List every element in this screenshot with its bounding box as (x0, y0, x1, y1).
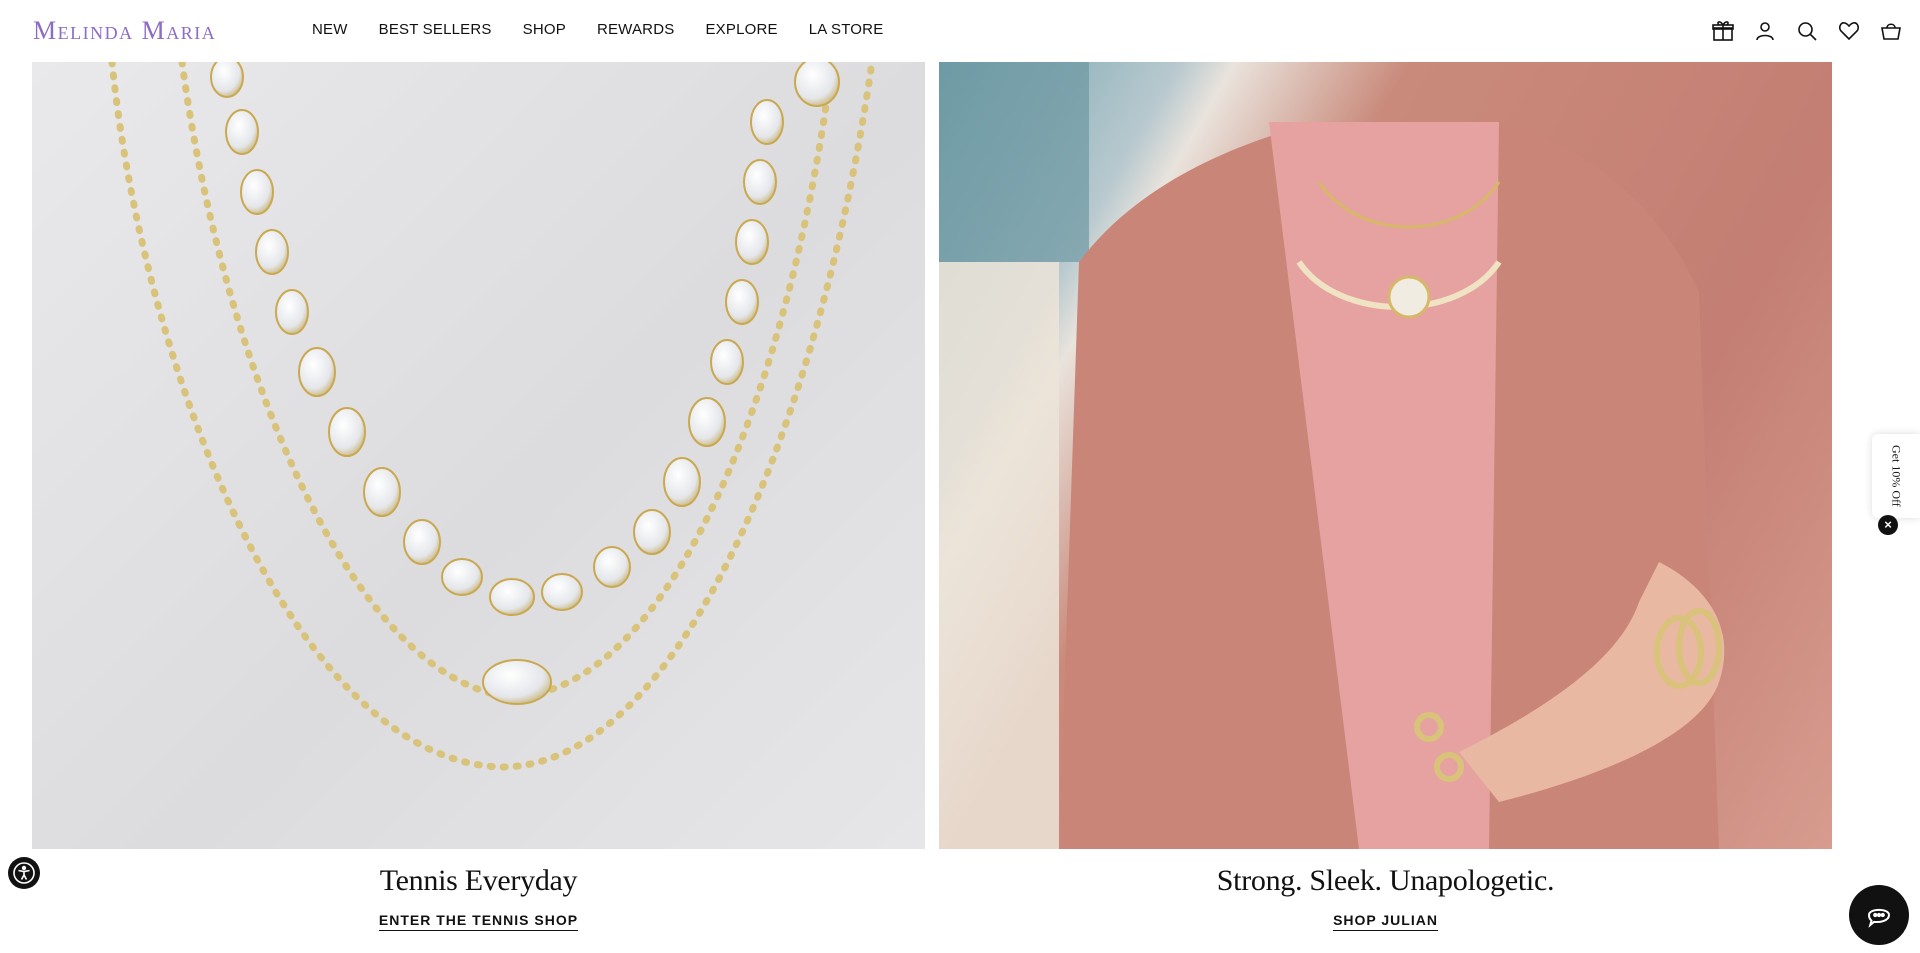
main-nav: NEW BEST SELLERS SHOP REWARDS EXPLORE LA… (312, 21, 914, 38)
nav-new[interactable]: NEW (312, 21, 348, 38)
header-icons (1710, 18, 1920, 44)
julian-model-image[interactable] (939, 62, 1832, 849)
shop-julian-link[interactable]: SHOP JULIAN (1333, 912, 1438, 931)
wishlist-heart-icon[interactable] (1836, 18, 1862, 44)
discount-tab-label: Get 10% Off (1889, 445, 1904, 507)
close-icon[interactable]: × (1878, 515, 1898, 535)
center-oval-gem (482, 659, 552, 705)
nav-explore[interactable]: EXPLORE (705, 21, 777, 38)
model-illustration (939, 62, 1725, 849)
tennis-necklace-image[interactable] (32, 62, 925, 849)
chat-bubble-icon[interactable] (1849, 885, 1909, 945)
gift-icon[interactable] (1710, 18, 1736, 44)
tennis-title: Tennis Everyday (379, 864, 578, 897)
search-icon[interactable] (1794, 18, 1820, 44)
julian-title: Strong. Sleek. Unapologetic. (1216, 864, 1555, 897)
accessibility-icon[interactable] (8, 857, 40, 889)
nav-rewards[interactable]: REWARDS (597, 21, 675, 38)
julian-caption: Strong. Sleek. Unapologetic. SHOP JULIAN (939, 864, 1832, 931)
brand-logo[interactable]: Melinda Maria (33, 16, 216, 46)
discount-tab[interactable]: Get 10% Off (1872, 434, 1920, 518)
nav-shop[interactable]: SHOP (523, 21, 566, 38)
tennis-caption: Tennis Everyday ENTER THE TENNIS SHOP (32, 864, 925, 931)
nav-la-store[interactable]: LA STORE (809, 21, 884, 38)
nav-best-sellers[interactable]: BEST SELLERS (379, 21, 492, 38)
cart-basket-icon[interactable] (1878, 18, 1904, 44)
enter-tennis-shop-link[interactable]: ENTER THE TENNIS SHOP (378, 912, 579, 931)
necklace-illustration (108, 62, 876, 771)
account-icon[interactable] (1752, 18, 1778, 44)
site-header: Melinda Maria NEW BEST SELLERS SHOP REWA… (0, 0, 1920, 62)
